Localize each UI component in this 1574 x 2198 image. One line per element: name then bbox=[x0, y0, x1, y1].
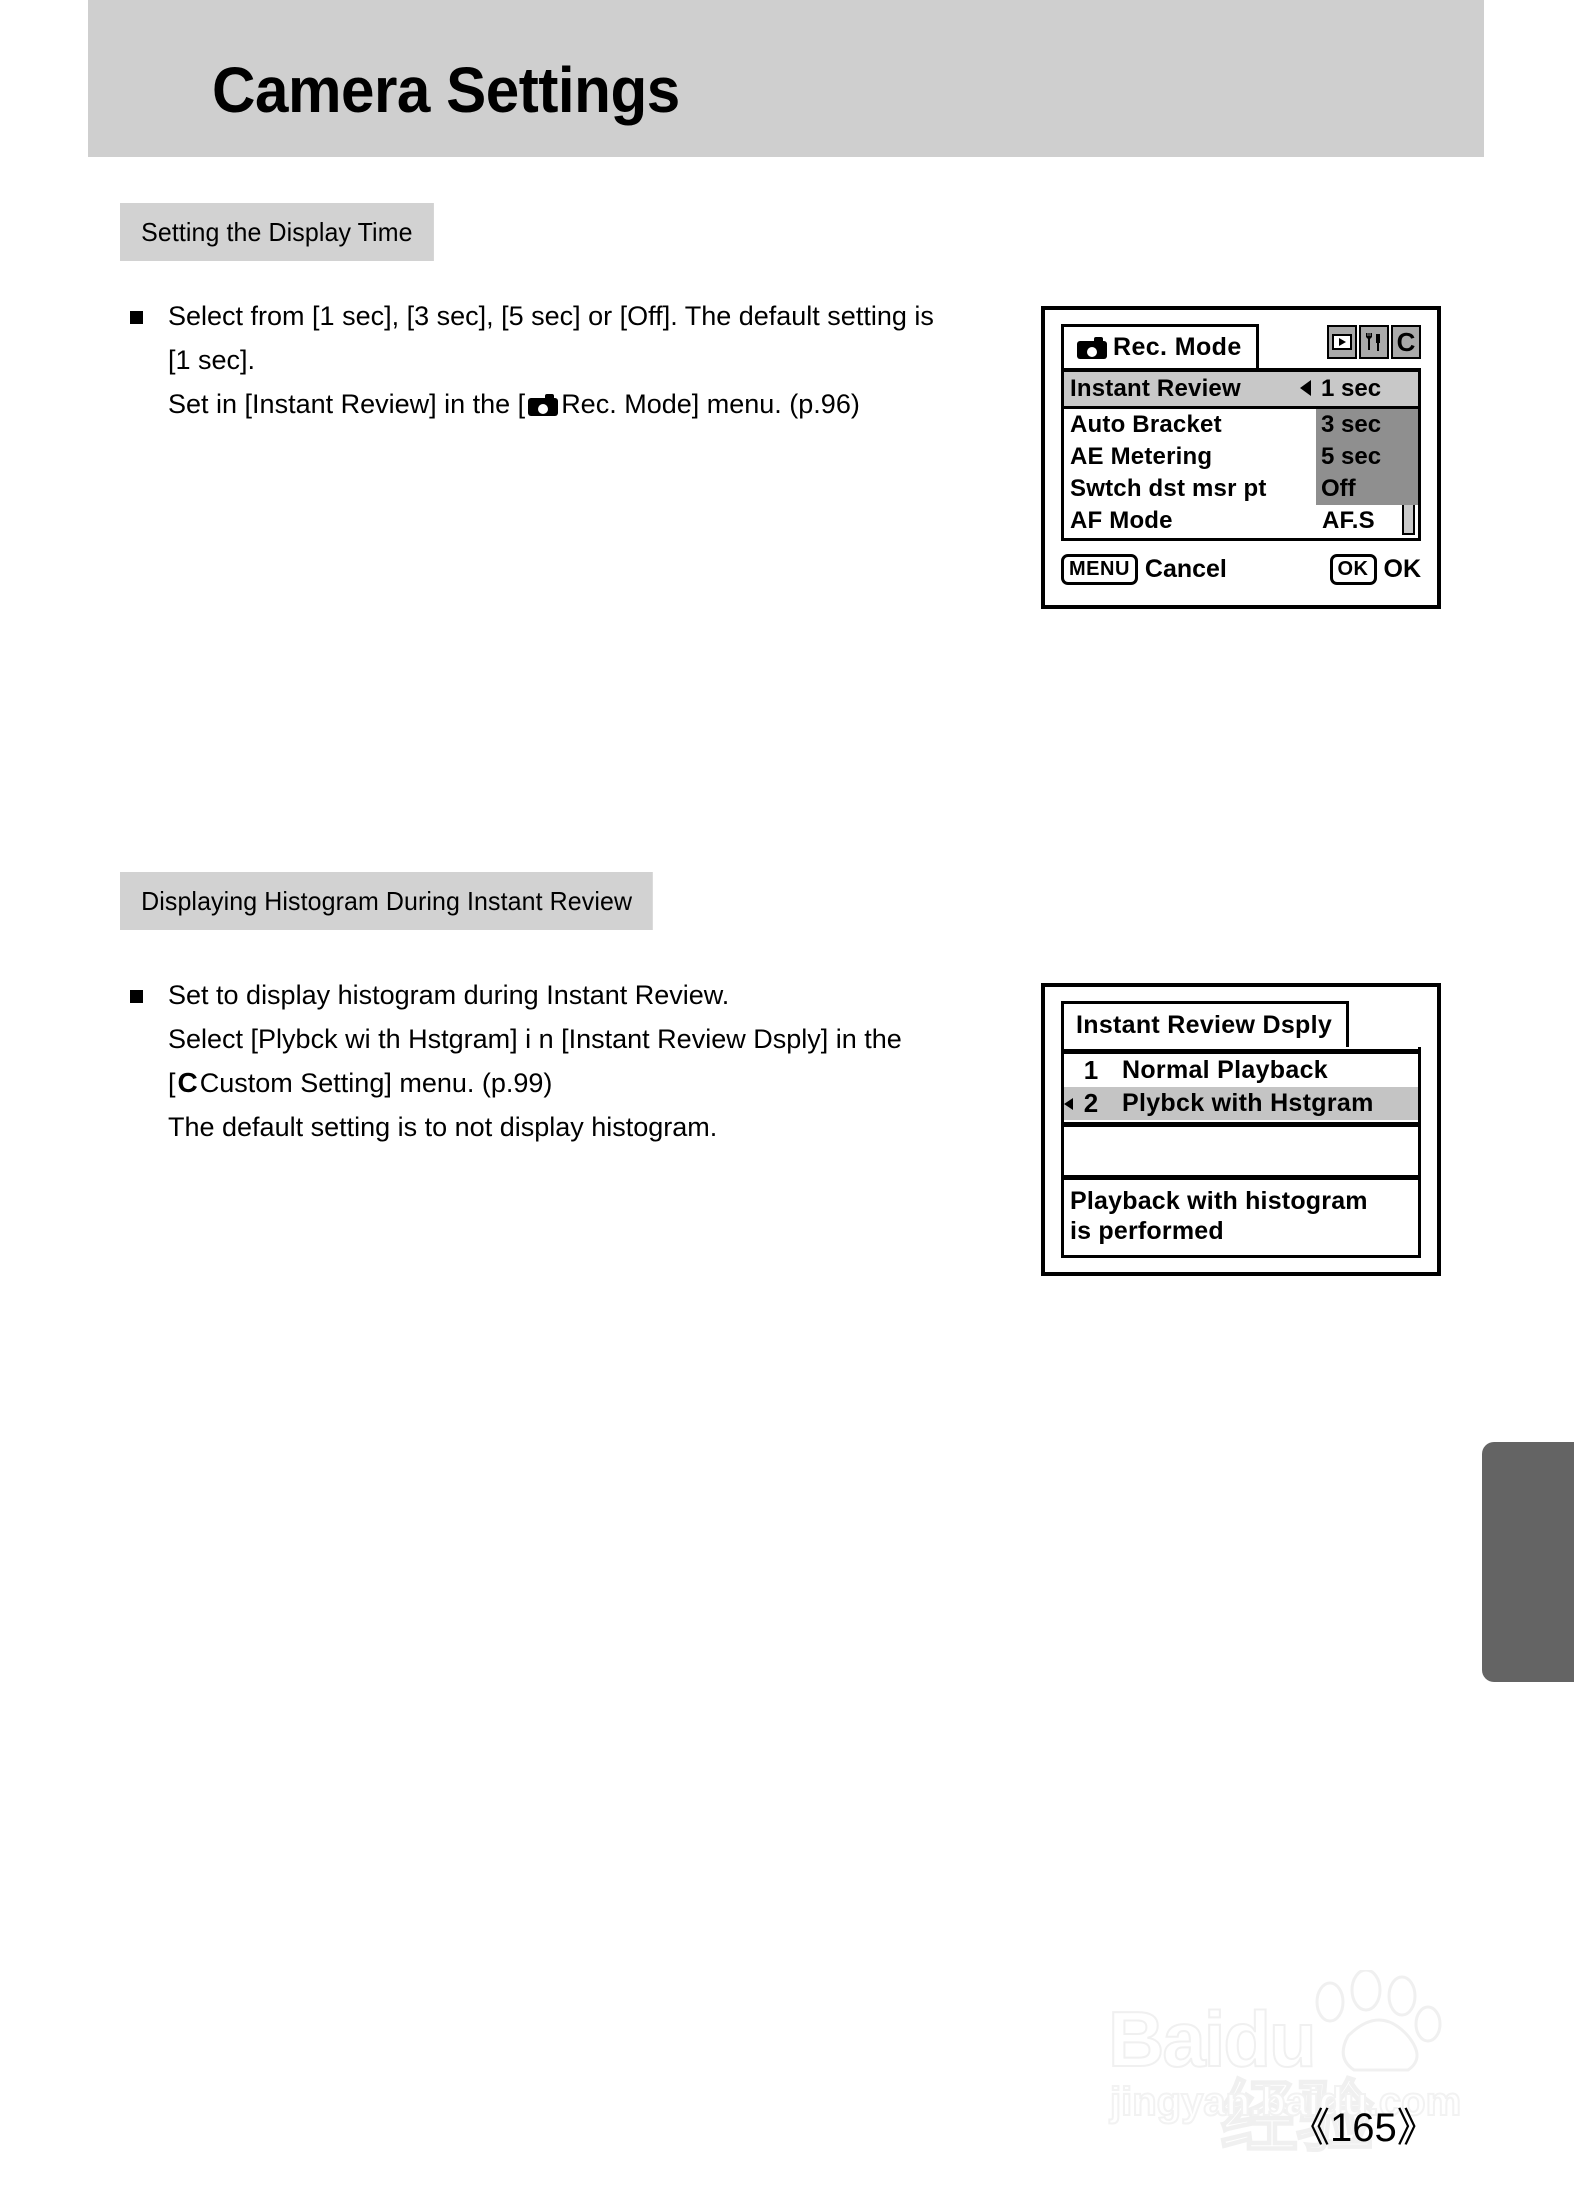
lcd2-option-normal-playback[interactable]: 1 Normal Playback bbox=[1064, 1054, 1418, 1087]
custom-c-icon: C bbox=[177, 1067, 198, 1098]
body-line: Select [Plybck wi th Hstgram] i n [Insta… bbox=[168, 1024, 902, 1054]
body-line-with-icon: [CCustom Setting] menu. (p.99) bbox=[168, 1061, 1008, 1105]
setup-wrench-icon[interactable] bbox=[1359, 325, 1389, 359]
lcd2-option-plybck-with-hstgram[interactable]: 2 Plybck with Hstgram bbox=[1064, 1087, 1418, 1120]
page-title: Camera Settings bbox=[212, 54, 680, 126]
menu-key-icon[interactable]: MENU bbox=[1061, 553, 1138, 585]
camera-icon bbox=[528, 394, 559, 416]
lcd-title-label: Rec. Mode bbox=[1113, 333, 1242, 361]
selection-caret-icon bbox=[1300, 380, 1311, 396]
body-line-part: Custom Setting] menu. (p.99) bbox=[199, 1068, 553, 1098]
custom-c-label: C bbox=[1396, 327, 1416, 357]
section-heading-display-time: Setting the Display Time bbox=[120, 203, 434, 261]
lcd-row-value: 0.0 bbox=[1322, 539, 1356, 541]
lcd-screenshot-instant-review-dsply: Instant Review Dsply 1 Normal Playback 2… bbox=[1041, 983, 1441, 1276]
dropdown-option-label: Off bbox=[1321, 475, 1356, 502]
page-number: 《165》 bbox=[1290, 2106, 1437, 2150]
option-label: Plybck with Hstgram bbox=[1122, 1089, 1374, 1117]
selection-caret-icon bbox=[1064, 1098, 1073, 1110]
section-heading-histogram: Displaying Histogram During Instant Revi… bbox=[120, 872, 654, 930]
body-line: Select from [1 sec], [3 sec], [5 sec] or… bbox=[168, 301, 934, 331]
description-line: is performed bbox=[1070, 1217, 1224, 1245]
chapter-header-band: Camera Settings bbox=[88, 0, 1484, 157]
lcd-title-tab: Rec. Mode bbox=[1061, 324, 1259, 368]
body-line-part: [ bbox=[168, 1068, 176, 1098]
lcd-row-label: AF Mode bbox=[1070, 507, 1173, 534]
lcd2-title-label: Instant Review Dsply bbox=[1076, 1011, 1333, 1039]
option-number: 1 bbox=[1083, 1055, 1099, 1085]
lcd-row-label: Auto Bracket bbox=[1070, 411, 1222, 438]
section-heading-label: Displaying Histogram During Instant Revi… bbox=[141, 885, 633, 916]
manual-page: Camera Settings Setting the Display Time… bbox=[0, 0, 1574, 2198]
section-body-display-time: Select from [1 sec], [3 sec], [5 sec] or… bbox=[128, 294, 988, 426]
lcd-menu-list: Instant Review Auto Bracket AE Metering … bbox=[1061, 372, 1421, 541]
dropdown-option-label: 1 sec bbox=[1321, 375, 1382, 402]
playback-icon[interactable] bbox=[1327, 325, 1357, 359]
ok-key-icon[interactable]: OK bbox=[1329, 553, 1377, 585]
section-heading-label: Setting the Display Time bbox=[141, 216, 413, 247]
lcd-menu-row-af-mode[interactable]: AF Mode AF.S bbox=[1064, 505, 1418, 537]
lcd-footer: MENU Cancel OK OK bbox=[1061, 547, 1421, 591]
lcd-tab-icons: C bbox=[1327, 325, 1421, 359]
bullet-item: Select from [1 sec], [3 sec], [5 sec] or… bbox=[128, 294, 988, 426]
dropdown-option[interactable]: 5 sec bbox=[1316, 441, 1418, 473]
dropdown-option-label: 3 sec bbox=[1321, 411, 1382, 438]
lcd2-titlebar: Instant Review Dsply bbox=[1061, 1001, 1421, 1047]
ok-label: OK bbox=[1383, 554, 1422, 583]
body-line-part: Rec. Mode] menu. (p.96) bbox=[561, 389, 860, 419]
custom-c-icon[interactable]: C bbox=[1391, 325, 1421, 359]
body-line: The default setting is to not display hi… bbox=[168, 1112, 718, 1142]
option-number: 2 bbox=[1083, 1088, 1099, 1118]
lcd-titlebar: Rec. Mode C bbox=[1061, 324, 1421, 372]
body-line-part: Set in [Instant Review] in the [ bbox=[168, 389, 526, 419]
lcd-row-label: Instant Review bbox=[1070, 375, 1241, 402]
dropdown-option[interactable]: Off bbox=[1316, 473, 1418, 505]
camera-icon bbox=[1077, 336, 1107, 359]
description-line: Playback with histogram bbox=[1070, 1187, 1368, 1215]
dropdown-option[interactable]: 3 sec bbox=[1316, 409, 1418, 441]
body-line: Set to display histogram during Instant … bbox=[168, 980, 730, 1010]
lcd2-body: 1 Normal Playback 2 Plybck with Hstgram … bbox=[1061, 1047, 1421, 1258]
lcd-row-value: AF.S bbox=[1322, 507, 1375, 534]
option-label: Normal Playback bbox=[1122, 1056, 1328, 1084]
dropdown-option-label: 5 sec bbox=[1321, 443, 1382, 470]
blank-area bbox=[1064, 1127, 1418, 1173]
lcd-row-label: AE Metering bbox=[1070, 443, 1213, 470]
lcd-row-label: Swtch dst msr pt bbox=[1070, 475, 1267, 502]
lcd-screenshot-rec-mode: Rec. Mode C Instant Review Auto Bracket … bbox=[1041, 306, 1441, 609]
body-line: [1 sec]. bbox=[168, 345, 256, 375]
chapter-side-tab bbox=[1482, 1442, 1574, 1682]
cancel-label: Cancel bbox=[1144, 554, 1227, 583]
bullet-item: Set to display histogram during Instant … bbox=[128, 973, 1008, 1149]
square-bullet-icon bbox=[130, 990, 143, 1003]
body-line-with-icon: Set in [Instant Review] in the [ Rec. Mod… bbox=[168, 382, 988, 426]
baidu-paw-icon bbox=[1315, 1970, 1442, 2072]
lcd-row-label: Flash Exp. Comp. bbox=[1070, 539, 1275, 541]
dropdown-option-selected[interactable]: 1 sec bbox=[1300, 372, 1418, 409]
lcd2-title-tab: Instant Review Dsply bbox=[1061, 1001, 1350, 1047]
square-bullet-icon bbox=[130, 311, 143, 324]
section-body-histogram: Set to display histogram during Instant … bbox=[128, 973, 1008, 1149]
lcd2-description: Playback with histogram is performed bbox=[1064, 1180, 1418, 1246]
lcd-dropdown-instant-review[interactable]: 1 sec 3 sec 5 sec Off bbox=[1300, 372, 1418, 505]
lcd-menu-row-flash-exp-comp[interactable]: Flash Exp. Comp. 0.0 bbox=[1064, 537, 1418, 541]
